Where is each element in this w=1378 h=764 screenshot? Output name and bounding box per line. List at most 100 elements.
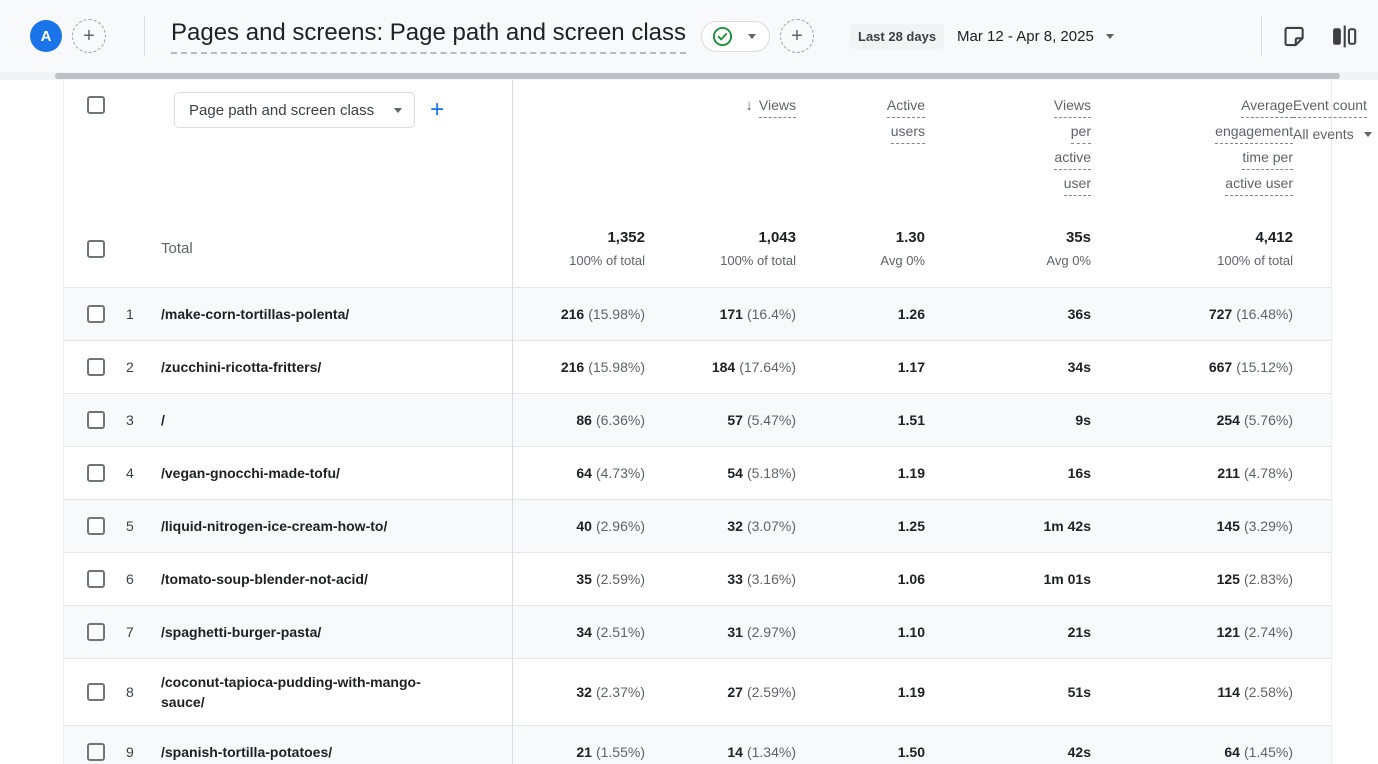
active-users-cell: 57(5.47%) — [645, 412, 796, 428]
page-title[interactable]: Pages and screens: Page path and screen … — [171, 19, 686, 54]
table-row: 6 /tomato-soup-blender-not-acid/ 35(2.59… — [64, 553, 1331, 606]
views-per-active-user-cell: 1.17 — [796, 359, 925, 375]
note-icon[interactable] — [1282, 24, 1307, 49]
report-status-badge[interactable] — [701, 21, 770, 52]
chevron-down-icon — [394, 108, 402, 113]
views-cell: 21(1.55%) — [512, 744, 645, 760]
row-checkbox[interactable] — [87, 623, 105, 641]
total-row-checkbox[interactable] — [87, 240, 105, 258]
table-row: 3 / 86(6.36%) 57(5.47%) 1.51 9s 254(5.76… — [64, 394, 1331, 447]
event-count-cell: 64(1.45%) — [1091, 744, 1293, 760]
row-rank: 3 — [124, 412, 161, 428]
total-views-per-active-user: 1.30 Avg 0% — [796, 229, 925, 268]
row-rank: 7 — [124, 624, 161, 640]
event-count-cell: 254(5.76%) — [1091, 412, 1293, 428]
chevron-down-icon — [748, 34, 756, 39]
views-cell: 216(15.98%) — [512, 359, 645, 375]
avg-engagement-cell: 42s — [925, 744, 1091, 760]
views-per-active-user-cell: 1.19 — [796, 684, 925, 700]
row-rank: 5 — [124, 518, 161, 534]
header-divider — [1261, 16, 1262, 56]
row-rank: 9 — [124, 744, 161, 760]
event-count-cell: 211(4.78%) — [1091, 465, 1293, 481]
table-row: 1 /make-corn-tortillas-polenta/ 216(15.9… — [64, 288, 1331, 341]
page-path-cell[interactable]: /make-corn-tortillas-polenta/ — [161, 291, 512, 337]
row-checkbox[interactable] — [87, 517, 105, 535]
active-users-cell: 31(2.97%) — [645, 624, 796, 640]
row-checkbox[interactable] — [87, 743, 105, 761]
horizontal-scrollbar-thumb[interactable] — [55, 73, 1340, 79]
chevron-down-icon — [1364, 132, 1372, 137]
row-rank: 8 — [124, 684, 161, 700]
sort-descending-icon: ↓ — [745, 97, 753, 114]
check-circle-icon — [712, 26, 733, 47]
total-event-count: 4,412 100% of total — [1091, 229, 1293, 268]
views-per-active-user-cell: 1.19 — [796, 465, 925, 481]
views-cell: 40(2.96%) — [512, 518, 645, 534]
row-checkbox[interactable] — [87, 305, 105, 323]
page-path-cell[interactable]: / — [161, 397, 512, 443]
views-cell: 64(4.73%) — [512, 465, 645, 481]
column-header-avg-engagement-time[interactable]: Average engagement time per active user — [1091, 96, 1293, 200]
dimension-selector-label: Page path and screen class — [189, 102, 374, 119]
top-bar: A + Pages and screens: Page path and scr… — [0, 0, 1378, 72]
select-all-checkbox[interactable] — [87, 96, 105, 114]
page-path-cell[interactable]: /liquid-nitrogen-ice-cream-how-to/ — [161, 503, 512, 549]
date-range-selector[interactable]: Mar 12 - Apr 8, 2025 — [957, 28, 1114, 45]
add-report-item-button[interactable]: + — [780, 19, 814, 53]
avg-engagement-cell: 21s — [925, 624, 1091, 640]
avg-engagement-cell: 9s — [925, 412, 1091, 428]
views-per-active-user-cell: 1.25 — [796, 518, 925, 534]
horizontal-scrollbar — [0, 72, 1378, 80]
row-checkbox[interactable] — [87, 683, 105, 701]
avatar[interactable]: A — [30, 20, 62, 52]
row-rank: 2 — [124, 359, 161, 375]
report-table: Page path and screen class + ↓Views Acti… — [63, 80, 1332, 764]
views-cell: 86(6.36%) — [512, 412, 645, 428]
add-dimension-button[interactable]: + — [430, 92, 444, 128]
row-checkbox[interactable] — [87, 570, 105, 588]
event-count-cell: 667(15.12%) — [1091, 359, 1293, 375]
views-cell: 32(2.37%) — [512, 684, 645, 700]
comparison-panels-icon[interactable] — [1331, 24, 1358, 49]
column-header-event-count[interactable]: Event count All events — [1293, 96, 1333, 143]
event-count-cell: 125(2.83%) — [1091, 571, 1293, 587]
views-per-active-user-cell: 1.06 — [796, 571, 925, 587]
dimension-selector-dropdown[interactable]: Page path and screen class — [174, 92, 415, 128]
page-path-cell[interactable]: /tomato-soup-blender-not-acid/ — [161, 556, 512, 602]
event-count-cell: 114(2.58%) — [1091, 684, 1293, 700]
avg-engagement-cell: 1m 42s — [925, 518, 1091, 534]
table-body: 1 /make-corn-tortillas-polenta/ 216(15.9… — [64, 288, 1331, 764]
page-path-cell[interactable]: /spaghetti-burger-pasta/ — [161, 609, 512, 655]
total-active-users: 1,043 100% of total — [645, 229, 796, 268]
add-comparison-button[interactable]: + — [72, 19, 106, 53]
header-divider — [144, 16, 145, 56]
table-row: 9 /spanish-tortilla-potatoes/ 21(1.55%) … — [64, 726, 1331, 764]
active-users-cell: 33(3.16%) — [645, 571, 796, 587]
page-path-cell[interactable]: /spanish-tortilla-potatoes/ — [161, 729, 512, 764]
column-divider — [512, 80, 513, 764]
table-row: 4 /vegan-gnocchi-made-tofu/ 64(4.73%) 54… — [64, 447, 1331, 500]
row-checkbox[interactable] — [87, 411, 105, 429]
column-header-views-per-active-user[interactable]: Views per active user — [925, 96, 1091, 200]
page-path-cell[interactable]: /coconut-tapioca-pudding-with-mango-sauc… — [161, 659, 512, 725]
table-row: 8 /coconut-tapioca-pudding-with-mango-sa… — [64, 659, 1331, 726]
page-path-cell[interactable]: /vegan-gnocchi-made-tofu/ — [161, 450, 512, 496]
views-per-active-user-cell: 1.26 — [796, 306, 925, 322]
date-preset-badge: Last 28 days — [850, 24, 944, 49]
row-checkbox[interactable] — [87, 358, 105, 376]
row-checkbox[interactable] — [87, 464, 105, 482]
active-users-cell: 171(16.4%) — [645, 306, 796, 322]
total-views: 1,352 100% of total — [512, 229, 645, 268]
event-filter-dropdown[interactable]: All events — [1293, 125, 1372, 143]
active-users-cell: 14(1.34%) — [645, 744, 796, 760]
table-row: 7 /spaghetti-burger-pasta/ 34(2.51%) 31(… — [64, 606, 1331, 659]
table-total-row: Total 1,352 100% of total 1,043 100% of … — [64, 210, 1331, 288]
total-label: Total — [161, 240, 512, 257]
column-header-views[interactable]: ↓Views — [645, 96, 796, 122]
views-per-active-user-cell: 1.50 — [796, 744, 925, 760]
active-users-cell: 32(3.07%) — [645, 518, 796, 534]
row-rank: 6 — [124, 571, 161, 587]
page-path-cell[interactable]: /zucchini-ricotta-fritters/ — [161, 344, 512, 390]
column-header-active-users[interactable]: Active users — [796, 96, 925, 148]
